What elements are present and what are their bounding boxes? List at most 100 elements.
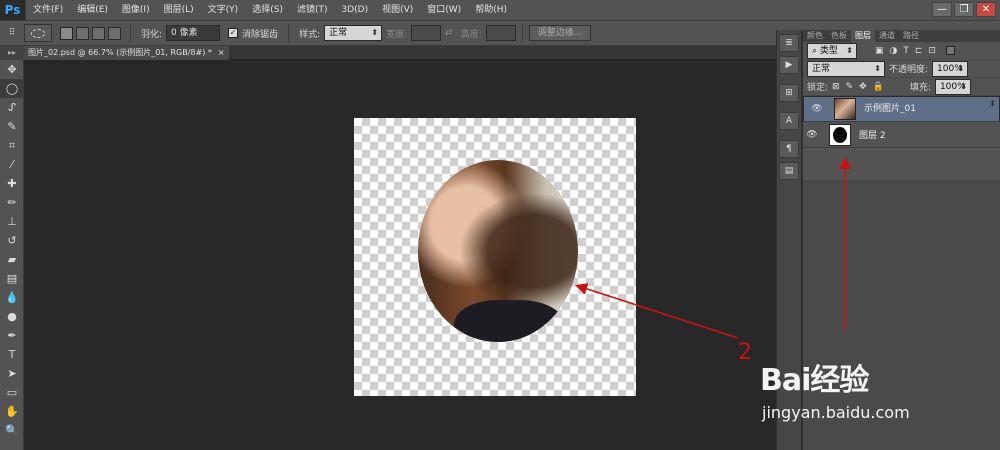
menu-file[interactable]: 文件(F) xyxy=(26,0,70,20)
zoom-tool-icon[interactable]: 🔍 xyxy=(0,421,24,440)
panel-tabs: 颜色 色板 图层 通道 路径 xyxy=(803,30,1000,42)
pen-tool-icon[interactable]: ✒ xyxy=(0,326,24,345)
move-tool-icon[interactable]: ✥ xyxy=(0,60,24,79)
toolbar-collapse[interactable]: ▸▸ xyxy=(0,46,24,60)
annotation-number: 2 xyxy=(738,340,752,365)
eraser-tool-icon[interactable]: ▰ xyxy=(0,250,24,269)
search-icon: ⌕ xyxy=(812,45,820,56)
layer-thumbnail xyxy=(834,98,856,120)
new-selection-button[interactable] xyxy=(60,26,73,40)
close-button[interactable]: ✕ xyxy=(976,2,996,17)
menu-help[interactable]: 帮助(H) xyxy=(468,0,514,20)
divider xyxy=(130,24,131,42)
history-brush-tool-icon[interactable]: ↺ xyxy=(0,231,24,250)
masked-portrait-image xyxy=(418,160,578,342)
shirt-shape xyxy=(454,300,564,342)
notes-panel-icon[interactable]: ▤ xyxy=(779,162,799,180)
width-input[interactable] xyxy=(411,25,442,41)
layer-name: 示例图片_01 xyxy=(864,104,916,114)
minimize-button[interactable]: — xyxy=(932,2,952,17)
menu-filter[interactable]: 滤镜(T) xyxy=(290,0,335,20)
elliptical-marquee-icon xyxy=(31,28,45,38)
subtract-selection-button[interactable] xyxy=(92,26,105,40)
menu-view[interactable]: 视图(V) xyxy=(375,0,420,20)
antialias-label: 消除锯齿 xyxy=(242,29,279,40)
adjustments-panel-icon[interactable]: ⊞ xyxy=(779,84,799,102)
style-select[interactable]: 正常 xyxy=(324,25,383,41)
document-title: 图片_02.psd @ 66.7% (示例图片_01, RGB/8#) * xyxy=(28,48,212,57)
gradient-tool-icon[interactable]: ▤ xyxy=(0,269,24,288)
fill-input[interactable]: 100% xyxy=(934,78,971,95)
hand-tool-icon[interactable]: ✋ xyxy=(0,402,24,421)
menu-edit[interactable]: 编辑(E) xyxy=(70,0,115,20)
rectangle-tool-icon[interactable]: ▭ xyxy=(0,383,24,402)
tool-preset-picker[interactable] xyxy=(24,24,52,42)
crop-tool-icon[interactable]: ⌗ xyxy=(0,136,24,155)
tools-panel: ✥ ◯ ᔑ ✎ ⌗ ⁄ ✚ ✏ ⊥ ↺ ▰ ▤ 💧 ● ✒ T ➤ ▭ ✋ 🔍 xyxy=(0,60,24,450)
document-canvas[interactable] xyxy=(354,118,636,396)
blend-row: 正常 不透明度: 100% xyxy=(803,60,1000,78)
tab-color[interactable]: 颜色 xyxy=(803,30,827,42)
tab-paths[interactable]: 路径 xyxy=(899,30,923,42)
brush-tool-icon[interactable]: ✏ xyxy=(0,193,24,212)
type-tool-icon[interactable]: T xyxy=(0,345,24,364)
restore-button[interactable]: ❐ xyxy=(954,2,974,17)
photoshop-logo: Ps xyxy=(0,0,26,20)
menu-select[interactable]: 选择(S) xyxy=(245,0,290,20)
feather-input[interactable]: 0 像素 xyxy=(166,25,221,41)
tab-swatches[interactable]: 色板 xyxy=(827,30,851,42)
window-controls: — ❐ ✕ xyxy=(932,2,996,17)
actions-panel-icon[interactable]: ▶ xyxy=(779,56,799,74)
divider xyxy=(521,24,523,42)
filter-toggle[interactable] xyxy=(945,46,955,55)
menu-window[interactable]: 窗口(W) xyxy=(420,0,468,20)
refine-edge-button[interactable]: 调整边缘... xyxy=(528,25,592,41)
healing-brush-tool-icon[interactable]: ✚ xyxy=(0,174,24,193)
swap-icon[interactable]: ⇄ xyxy=(445,28,453,38)
menu-type[interactable]: 文字(Y) xyxy=(201,0,246,20)
filter-icons[interactable]: ▣◑T⊏⊡ xyxy=(875,46,942,56)
dodge-tool-icon[interactable]: ● xyxy=(0,307,24,326)
menu-3d[interactable]: 3D(D) xyxy=(334,0,375,20)
lock-icons[interactable]: ⊠✎✥🔒 xyxy=(832,82,890,92)
eye-icon[interactable]: 👁 xyxy=(808,102,826,116)
eye-icon[interactable]: 👁 xyxy=(803,130,821,140)
menu-image[interactable]: 图像(I) xyxy=(115,0,157,20)
lasso-tool-icon[interactable]: ᔑ xyxy=(0,98,24,117)
layer-filter-row: ⌕ 类型 ▣◑T⊏⊡ xyxy=(803,42,1000,60)
menu-bar: Ps 文件(F) 编辑(E) 图像(I) 图层(L) 文字(Y) 选择(S) 滤… xyxy=(0,0,1000,20)
character-panel-icon[interactable]: A xyxy=(779,112,799,130)
path-selection-tool-icon[interactable]: ➤ xyxy=(0,364,24,383)
layer-filter-select[interactable]: ⌕ 类型 xyxy=(807,42,857,59)
fill-label: 填充: xyxy=(909,83,931,93)
watermark-brand: Bai经验 xyxy=(760,363,869,398)
height-label: 高度: xyxy=(460,29,482,40)
style-label: 样式: xyxy=(299,29,321,40)
tab-channels[interactable]: 通道 xyxy=(875,30,899,42)
opacity-input[interactable]: 100% xyxy=(932,60,969,77)
layer-row[interactable]: 👁 示例图片_01 xyxy=(803,96,1000,122)
blur-tool-icon[interactable]: 💧 xyxy=(0,288,24,307)
intersect-selection-button[interactable] xyxy=(108,26,121,40)
paragraph-panel-icon[interactable]: ¶ xyxy=(779,140,799,158)
lock-label: 锁定: xyxy=(807,83,829,93)
antialias-checkbox[interactable]: ✓ xyxy=(228,28,239,38)
handle-icon: ⠿ xyxy=(8,28,16,38)
clone-stamp-tool-icon[interactable]: ⊥ xyxy=(0,212,24,231)
watermark-url: jingyan.baidu.com xyxy=(762,403,910,422)
layer-name: 图层 2 xyxy=(859,131,886,141)
eyedropper-tool-icon[interactable]: ⁄ xyxy=(0,155,24,174)
layer-row[interactable]: 👁 图层 2 xyxy=(803,122,1000,148)
history-panel-icon[interactable]: ≣ xyxy=(779,34,799,52)
menu-layer[interactable]: 图层(L) xyxy=(157,0,201,20)
close-tab-icon[interactable]: × xyxy=(218,46,225,60)
baidu-watermark: Bai经验 jingyan.baidu.com xyxy=(760,355,960,425)
add-selection-button[interactable] xyxy=(76,26,89,40)
quick-selection-tool-icon[interactable]: ✎ xyxy=(0,117,24,136)
tab-layers[interactable]: 图层 xyxy=(851,30,875,42)
blend-mode-select[interactable]: 正常 xyxy=(807,60,885,77)
document-tab[interactable]: 图片_02.psd @ 66.7% (示例图片_01, RGB/8#) * × xyxy=(24,46,229,60)
height-input[interactable] xyxy=(485,25,516,41)
divider xyxy=(288,24,290,42)
elliptical-marquee-tool-icon[interactable]: ◯ xyxy=(0,79,24,98)
